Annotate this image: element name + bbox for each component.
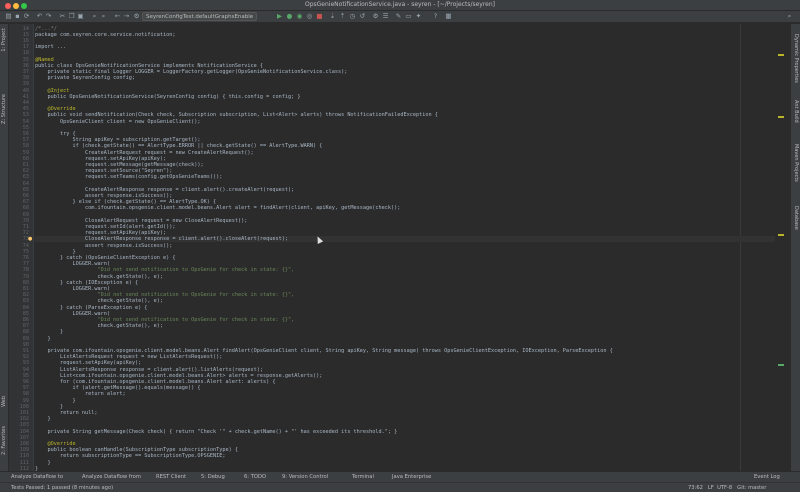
tab-ant-build[interactable]: Ant Build — [793, 100, 799, 123]
left-tool-strip: 1: Project Z: Structure Web 2: Favorites — [0, 24, 9, 471]
help-icon[interactable]: ? — [431, 12, 440, 21]
tab-structure[interactable]: Z: Structure — [1, 94, 9, 124]
open-icon[interactable]: ▤ — [4, 12, 13, 21]
tab-project[interactable]: 1: Project — [1, 28, 9, 52]
copy-icon[interactable]: ❐ — [67, 12, 76, 21]
vcs-commit-icon[interactable]: ⇡ — [338, 12, 347, 21]
right-tool-strip: Dynamic Properties Ant Build Maven Proje… — [790, 24, 800, 471]
tab-rest-client[interactable]: REST Client — [156, 474, 186, 480]
plugin-icon[interactable]: ✦ — [414, 12, 423, 21]
tasks-icon[interactable]: ▦ — [444, 12, 453, 21]
change-mark[interactable] — [778, 364, 784, 366]
tab-web[interactable]: Web — [1, 396, 9, 407]
terminal-icon[interactable]: ▭ — [404, 12, 413, 21]
caret-position[interactable]: 73:62 — [688, 485, 703, 491]
tab-java-enterprise[interactable]: Java Enterprise — [392, 474, 431, 480]
vcs-revert-icon[interactable]: ↺ — [358, 12, 367, 21]
status-message[interactable]: Tests Passed: 1 passed (8 minutes ago) — [11, 485, 113, 491]
vcs-update-icon[interactable]: ⇣ — [328, 12, 337, 21]
coverage-icon[interactable]: ◉ — [295, 12, 304, 21]
main-toolbar: ▤ ▪ ⟳ ↶ ↷ ✂ ❐ ▣ ⌕ ⌕ ← → ⚙ SeyrenConfigTe… — [0, 11, 800, 23]
run-icon[interactable]: ▶ — [275, 12, 284, 21]
warning-mark[interactable] — [778, 234, 784, 236]
window-title: OpsGenieNotificationService.java - seyre… — [305, 1, 495, 8]
profile-icon[interactable]: ◎ — [305, 12, 314, 21]
intention-bulb-icon[interactable]: ● — [28, 236, 32, 242]
tab-event-log[interactable]: Event Log — [754, 474, 780, 480]
tab-database[interactable]: Database — [793, 206, 799, 230]
replace-icon[interactable]: ⌕ — [99, 12, 108, 21]
run-config-selector[interactable]: SeyrenConfigTest.defaultGraphsEnable — [142, 12, 258, 21]
code-editor[interactable]: /*...*/package com.seyren.core.service.n… — [35, 24, 790, 471]
tab-favorites[interactable]: 2: Favorites — [1, 426, 9, 455]
vcs-branch[interactable]: Git: master — [737, 485, 766, 491]
tab-version-control[interactable]: 9: Version Control — [282, 474, 328, 480]
tab-terminal[interactable]: Terminal — [352, 474, 374, 480]
tab-analyze-dataflow-from[interactable]: Analyze Dataflow from — [82, 474, 141, 480]
search-everywhere-icon[interactable]: ⌕ — [785, 12, 794, 21]
sdk-icon[interactable]: ✎ — [394, 12, 403, 21]
save-icon[interactable]: ▪ — [13, 12, 22, 21]
bottom-tool-tabs: Analyze Dataflow to Analyze Dataflow fro… — [0, 471, 800, 482]
paste-icon[interactable]: ▣ — [76, 12, 85, 21]
structure-icon[interactable]: ☰ — [381, 12, 390, 21]
tab-analyze-dataflow-to[interactable]: Analyze Dataflow to — [11, 474, 63, 480]
status-indicators: 73:62 LF UTF-8 Git: master — [688, 485, 766, 491]
status-bar: Tests Passed: 1 passed (8 minutes ago) 7… — [0, 482, 800, 492]
settings-icon[interactable]: ⚙ — [371, 12, 380, 21]
tab-maven-projects[interactable]: Maven Projects — [793, 144, 799, 182]
warning-mark[interactable] — [778, 116, 784, 118]
redo-icon[interactable]: → — [122, 12, 131, 21]
back-icon[interactable]: ↶ — [35, 12, 44, 21]
title-bar: OpsGenieNotificationService.java - seyre… — [0, 0, 800, 11]
forward-icon[interactable]: ↷ — [44, 12, 53, 21]
run-config-icon[interactable]: ⚙ — [132, 12, 141, 21]
vcs-history-icon[interactable]: ◷ — [348, 12, 357, 21]
debug-icon[interactable]: ● — [285, 12, 294, 21]
line-number-gutter: 14 15 16 17 18 35 36 37 38 39 40 41 44 45 53 54 55 56 57 58… — [9, 24, 34, 472]
warning-mark[interactable] — [778, 54, 784, 56]
tab-debug[interactable]: 5: Debug — [201, 474, 225, 480]
error-stripe[interactable] — [777, 24, 785, 471]
tab-dynamic-properties[interactable]: Dynamic Properties — [793, 34, 799, 83]
undo-icon[interactable]: ← — [113, 12, 122, 21]
sync-icon[interactable]: ⟳ — [22, 12, 31, 21]
find-icon[interactable]: ⌕ — [90, 12, 99, 21]
stop-icon[interactable]: ■ — [315, 12, 324, 21]
cut-icon[interactable]: ✂ — [58, 12, 67, 21]
file-encoding[interactable]: UTF-8 — [717, 485, 732, 491]
tab-todo[interactable]: 6: TODO — [244, 474, 266, 480]
line-separator[interactable]: LF — [708, 485, 714, 491]
